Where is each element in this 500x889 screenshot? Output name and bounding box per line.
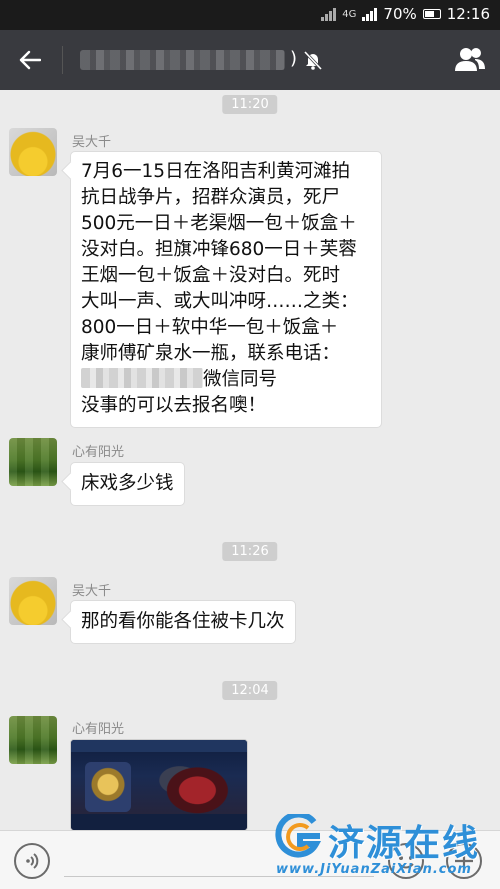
watermark-url: www.JiYuanZaiXian.com: [276, 862, 472, 877]
clock: 12:16: [446, 5, 490, 23]
arrow-left-icon: [19, 50, 41, 70]
status-bar-indicators: 4G 70% 12:16: [321, 5, 490, 23]
message-line: 800一日＋软中华一包＋饭盒＋: [81, 317, 339, 338]
image-bottom-strip: [71, 814, 247, 830]
rank-emblem-image: [85, 762, 131, 812]
sender-name: 心有阳光: [72, 445, 125, 460]
sender-name: 吴大千: [72, 584, 112, 599]
timestamp: 11:26: [222, 542, 278, 561]
message-line: 7月6一15日在洛阳吉利黄河滩拍: [81, 161, 351, 182]
chat-title-suffix: ): [290, 48, 298, 69]
status-bar: 4G 70% 12:16: [0, 0, 500, 30]
message-text: 床戏多少钱: [81, 473, 174, 494]
battery-icon: [422, 9, 441, 19]
image-topbar: [71, 740, 247, 752]
timestamp: 12:04: [222, 681, 278, 700]
hero-character-image: [149, 754, 237, 820]
message-line: 微信同号: [81, 367, 371, 393]
chat-info-button[interactable]: [454, 45, 486, 75]
watermark-name: 济源在线: [328, 823, 481, 864]
site-watermark: 济源在线 www.JiYuanZaiXian.com: [268, 810, 498, 885]
people-icon: [455, 48, 485, 71]
message-line: 大叫一声、或大叫冲呀……之类：: [81, 291, 359, 312]
timestamp: 11:20: [222, 95, 278, 114]
avatar-yellow-face[interactable]: [9, 128, 57, 176]
chat-title-redacted: [80, 50, 285, 70]
signal-icon: [321, 7, 337, 21]
watermark-logo-icon: [275, 814, 322, 858]
voice-icon: [26, 853, 39, 869]
avatar-yellow-face[interactable]: [9, 577, 57, 625]
sender-name: 吴大千: [72, 135, 112, 150]
avatar-green-field[interactable]: [9, 716, 57, 764]
message-line-text: 微信同号: [203, 369, 278, 390]
message-bubble[interactable]: 那的看你能各住被卡几次: [70, 600, 296, 644]
message-bubble[interactable]: 7月6一15日在洛阳吉利黄河滩拍 抗日战争片，招群众演员，死尸 500元一日＋老…: [70, 151, 382, 428]
voice-button[interactable]: [14, 843, 50, 879]
phone-number-redacted: [81, 368, 203, 388]
back-button[interactable]: [16, 46, 44, 74]
message-text: 那的看你能各住被卡几次: [81, 611, 285, 632]
message-line: 抗日战争片，招群众演员，死尸: [81, 187, 341, 208]
header-divider: [62, 46, 63, 74]
message-line: 王烟一包＋饭盒＋没对白。死时: [81, 265, 341, 286]
signal-icon-2: [362, 7, 378, 21]
message-line: 没对白。担旗冲锋680一日＋芙蓉: [81, 239, 357, 260]
message-line: 没事的可以去报名噢！: [81, 395, 267, 416]
image-message-game-screenshot[interactable]: [70, 739, 248, 831]
message-bubble[interactable]: 床戏多少钱: [70, 462, 185, 506]
bell-off-icon: [303, 50, 323, 71]
network-type: 4G: [342, 8, 357, 20]
avatar-green-field[interactable]: [9, 438, 57, 486]
battery-percent: 70%: [383, 5, 417, 23]
message-line: 康师傅矿泉水一瓶，联系电话：: [81, 343, 341, 364]
message-line: 500元一日＋老渠烟一包＋饭盒＋: [81, 213, 357, 234]
sender-name: 心有阳光: [72, 722, 125, 737]
chat-header: ): [0, 30, 500, 90]
